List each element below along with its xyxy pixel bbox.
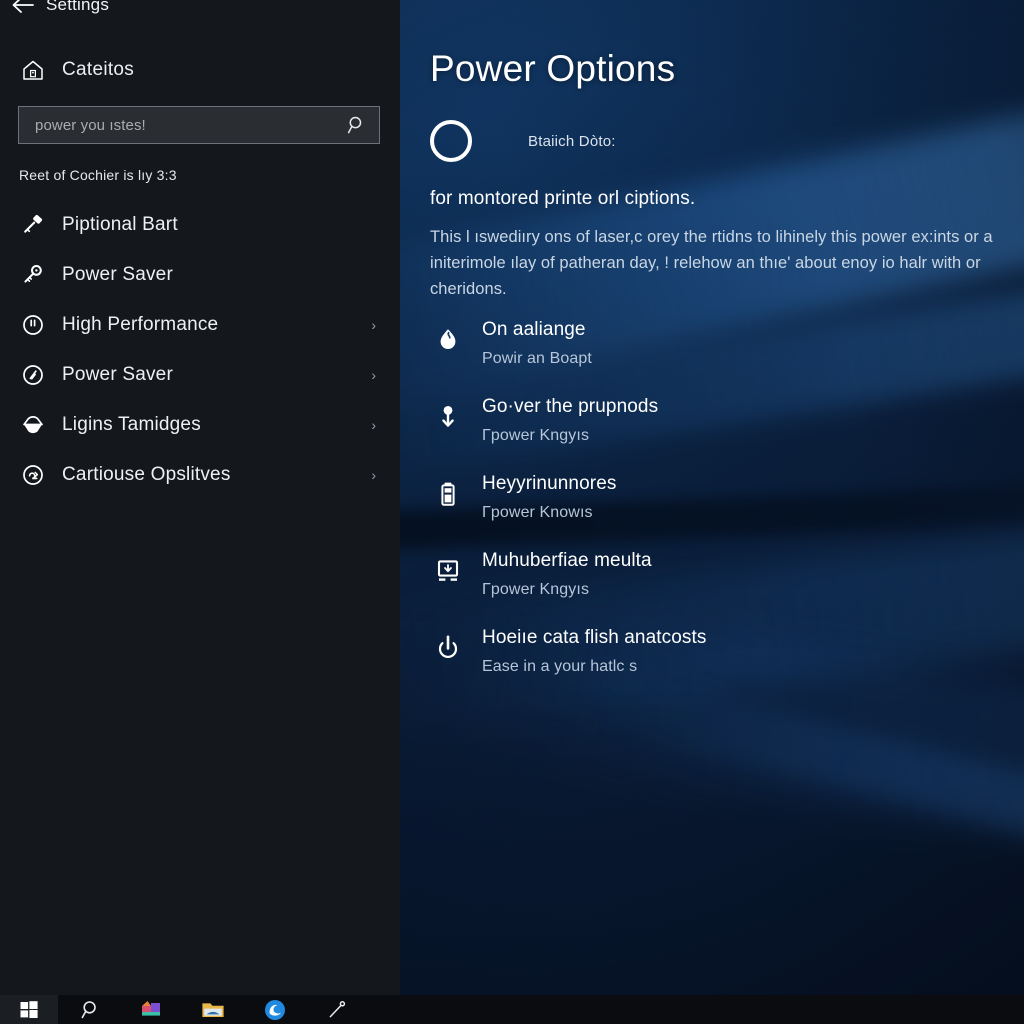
list-item-subtitle: Powir an Boapt [482,350,592,367]
battery-icon [430,476,466,512]
windows-logo-icon [20,1000,38,1019]
search-input[interactable] [19,116,335,134]
edge-browser-icon [264,999,286,1021]
search-circle-icon [79,1000,99,1020]
taskbar-edge-button[interactable] [244,995,306,1024]
chevron-right-icon: › [371,317,376,333]
sidebar-item-home[interactable]: Cateitos [0,50,400,90]
power-button-icon [430,630,466,666]
sidebar-item-power-saver-2[interactable]: Power Saver › [0,350,400,400]
start-button[interactable] [0,995,58,1024]
taskbar-store-button[interactable] [120,995,182,1024]
list-item-title: Muhuberfiae meulta [482,550,652,571]
sidebar-titlebar: Settings [0,0,400,22]
key-icon [18,260,48,290]
sidebar-section-caption: Reet of Cochier is lıy 3:3 [19,167,177,183]
power-option-list: On aaliange Powir an Boapt Go·ver the pr… [422,318,1012,703]
home-icon [18,55,48,85]
ring-status-icon [430,120,472,162]
list-item-subtitle: Γpower Kngyıs [482,581,590,598]
clock-slash-icon [18,360,48,390]
status-text: Btaiich Dòto: [528,132,616,150]
taskbar [0,995,1024,1024]
back-arrow-icon[interactable] [0,0,46,22]
status-row: Btaiich Dòto: [430,120,616,162]
sidebar-item-label: Ligins Tamidges [62,414,201,435]
power-options-panel: Power Options Btaiich Dòto: for montored… [400,0,1024,995]
taskbar-explorer-button[interactable] [182,995,244,1024]
sidebar-nav-list: Piptional Bart Power Saver High Performa… [0,200,400,500]
sidebar-item-piptional-bart[interactable]: Piptional Bart [0,200,400,250]
panel-subheading: for montored printe orl ciptions. [430,188,696,209]
battery-key-icon [18,210,48,240]
sidebar-item-label: Power Saver [62,364,173,385]
store-icon [140,999,162,1021]
list-item[interactable]: On aaliange Powir an Boapt [422,318,1012,395]
list-item-title: Hoeiıe cata flish anatcosts [482,627,707,648]
eye-display-icon [18,410,48,440]
pen-tool-icon [326,999,348,1021]
list-item[interactable]: Heyyrinunnores Γpower Knowıs [422,472,1012,549]
taskbar-pen-button[interactable] [306,995,368,1024]
taskbar-search-button[interactable] [58,995,120,1024]
settings-sidebar: Settings Cateitos Reet of Cochier is [0,0,400,995]
sidebar-item-ligins-tamidges[interactable]: Ligins Tamidges › [0,400,400,450]
list-item-texts: On aaliange Powir an Boapt [482,318,592,371]
flame-drop-icon [430,322,466,358]
clock-circle-icon [18,310,48,340]
sidebar-item-label: Cartiouse Opslitves [62,464,231,485]
list-item-texts: Heyyrinunnores Γpower Knowıs [482,472,616,525]
chevron-right-icon: › [371,467,376,483]
chevron-right-icon: › [371,367,376,383]
page-title: Power Options [430,48,676,89]
list-item[interactable]: Muhuberfiae meulta Γpower Kngyıs [422,549,1012,626]
list-item-title: On aaliange [482,319,586,340]
panel-description: This l ıswediıry ons of laser,c orey the… [430,228,993,298]
sidebar-item-high-performance[interactable]: High Performance › [0,300,400,350]
sidebar-item-cartiouse-opslitves[interactable]: Cartiouse Opslitves › [0,450,400,500]
search-icon[interactable] [335,107,379,143]
search-box[interactable] [18,106,380,144]
settings-window: Settings Cateitos Reet of Cochier is [0,0,1024,1024]
list-item-title: Go·ver the prupnods [482,396,659,417]
list-item-texts: Muhuberfiae meulta Γpower Kngyıs [482,549,652,602]
sidebar-item-label: Piptional Bart [62,214,178,235]
home-label: Cateitos [62,59,135,80]
list-item-texts: Hoeiıe cata flish anatcosts Ease in a yo… [482,626,706,679]
list-item-subtitle: Γpower Kngyıs [482,427,590,444]
list-item-title: Heyyrinunnores [482,473,617,494]
sidebar-item-label: Power Saver [62,264,173,285]
sidebar-item-label: High Performance [62,314,219,335]
list-item-subtitle: Ease in a your hatlc s [482,658,638,675]
list-item[interactable]: Go·ver the prupnods Γpower Kngyıs [422,395,1012,472]
list-item-subtitle: Γpower Knowıs [482,504,593,521]
app-title: Settings [46,0,110,14]
file-explorer-icon [201,1000,225,1020]
pin-down-arrow-icon [430,399,466,435]
monitor-icon [430,553,466,589]
power-circle-icon [18,460,48,490]
sidebar-item-power-saver-1[interactable]: Power Saver [0,250,400,300]
chevron-right-icon: › [371,417,376,433]
list-item-texts: Go·ver the prupnods Γpower Kngyıs [482,395,658,448]
list-item[interactable]: Hoeiıe cata flish anatcosts Ease in a yo… [422,626,1012,703]
